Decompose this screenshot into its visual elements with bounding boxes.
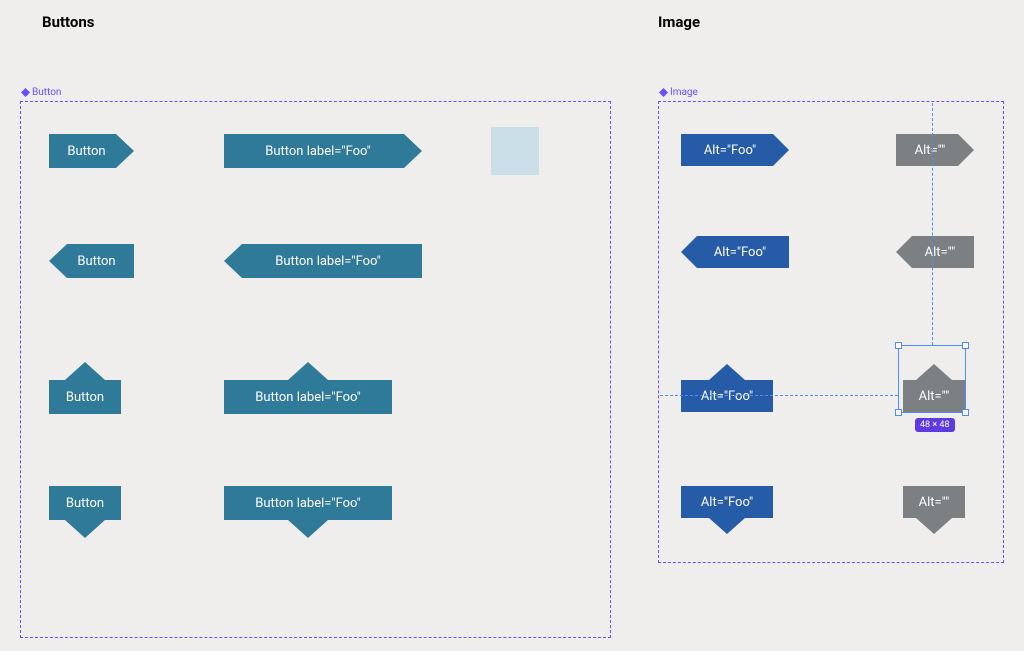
button-placeholder-square[interactable] [491,127,539,175]
button-frame[interactable]: Button Button Button label="Foo" Button … [20,101,611,638]
selection-handle-se[interactable] [962,409,969,416]
button-down-labeled[interactable]: Button label="Foo" [224,486,392,520]
image-section-title: Image [658,13,700,31]
selection-handle-ne[interactable] [962,342,969,349]
image-frame-label: Image [659,87,698,98]
button-frame-label: Button [21,87,61,98]
buttons-section-title: Buttons [42,13,95,31]
button-up-labeled[interactable]: Button label="Foo" [224,380,392,414]
image-down-empty[interactable]: Alt="" [903,486,965,518]
component-icon [659,88,668,97]
image-down-foo[interactable]: Alt="Foo" [681,486,773,518]
image-right-foo[interactable]: Alt="Foo" [681,134,789,166]
selection-handle-nw[interactable] [895,342,902,349]
image-up-foo[interactable]: Alt="Foo" [681,380,773,412]
selection-handle-sw[interactable] [895,409,902,416]
image-right-empty[interactable]: Alt="" [896,134,974,166]
button-left-labeled[interactable]: Button label="Foo" [224,244,422,278]
button-down-plain[interactable]: Button [49,486,121,520]
selection-guide-vertical [932,103,933,345]
selection-bounding-box[interactable] [898,345,966,413]
button-right-plain[interactable]: Button [49,134,134,168]
button-up-plain[interactable]: Button [49,380,121,414]
image-frame[interactable]: Image Alt="Foo" Alt="" Alt="Foo" Alt="" … [658,101,1004,563]
selection-dimension-badge: 48 × 48 [915,418,955,432]
component-icon [21,88,30,97]
button-right-labeled[interactable]: Button label="Foo" [224,134,422,168]
image-left-foo[interactable]: Alt="Foo" [681,236,789,268]
image-left-empty[interactable]: Alt="" [896,236,974,268]
selection-guide-horizontal [660,395,898,396]
button-left-plain[interactable]: Button [49,244,134,278]
